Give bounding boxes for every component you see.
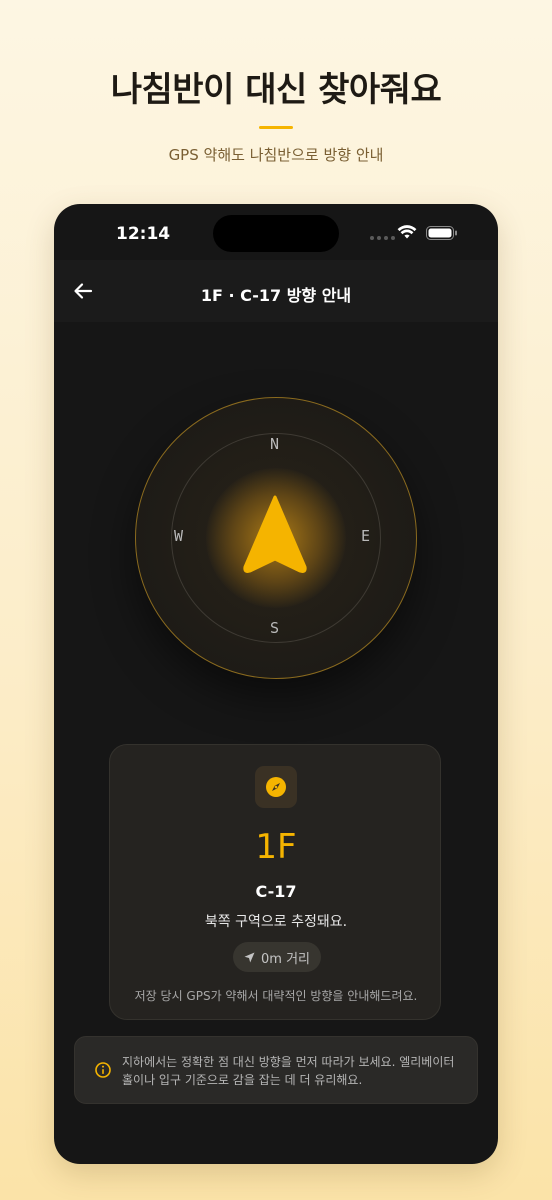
location-arrow-icon — [244, 952, 255, 962]
battery-icon — [426, 226, 457, 240]
navigation-arrow-icon — [243, 495, 307, 573]
dynamic-island — [213, 215, 339, 252]
compass-icon — [266, 777, 286, 797]
compass: N E S W — [135, 397, 417, 679]
compass-south-label: S — [270, 619, 280, 637]
page-title: 1F · C-17 방향 안내 — [200, 286, 352, 305]
gps-note: 저장 당시 GPS가 약해서 대략적인 방향을 안내해드려요. — [134, 989, 418, 1003]
compass-north-label: N — [270, 435, 280, 453]
promo-subline: GPS 약해도 나침반으로 방향 안내 — [168, 146, 384, 164]
status-bar: 12:14 — [54, 204, 498, 260]
wifi-icon — [397, 225, 417, 239]
compass-east-label: E — [361, 527, 371, 545]
direction-estimate: 북쪽 구역으로 추정돼요. — [204, 914, 348, 930]
headline-divider — [259, 126, 293, 129]
distance-text: 0m 거리 — [261, 951, 310, 967]
tip-text: 지하에서는 정확한 점 대신 방향을 먼저 따라가 보세요. 엘리베이터 홀이나… — [122, 1055, 455, 1087]
cellular-signal-icon — [370, 236, 395, 240]
info-icon — [95, 1062, 111, 1078]
distance-badge: 0m 거리 — [233, 942, 321, 972]
phone-frame: 12:14 1F · C-17 방향 안내 N E S W 1F C-17 북쪽… — [54, 204, 498, 1164]
compass-west-label: W — [174, 527, 184, 545]
card-icon-badge — [255, 766, 297, 808]
promo-headline: 나침반이 대신 찾아줘요 — [110, 70, 442, 110]
tip-banner: 지하에서는 정확한 점 대신 방향을 먼저 따라가 보세요. 엘리베이터 홀이나… — [74, 1036, 478, 1104]
status-time: 12:14 — [116, 224, 171, 244]
zone-label: C-17 — [255, 882, 297, 901]
floor-label: 1F — [255, 827, 297, 867]
nav-bar: 1F · C-17 방향 안내 — [54, 260, 498, 322]
location-card: 1F C-17 북쪽 구역으로 추정돼요. 0m 거리 저장 당시 GPS가 약… — [109, 744, 441, 1020]
